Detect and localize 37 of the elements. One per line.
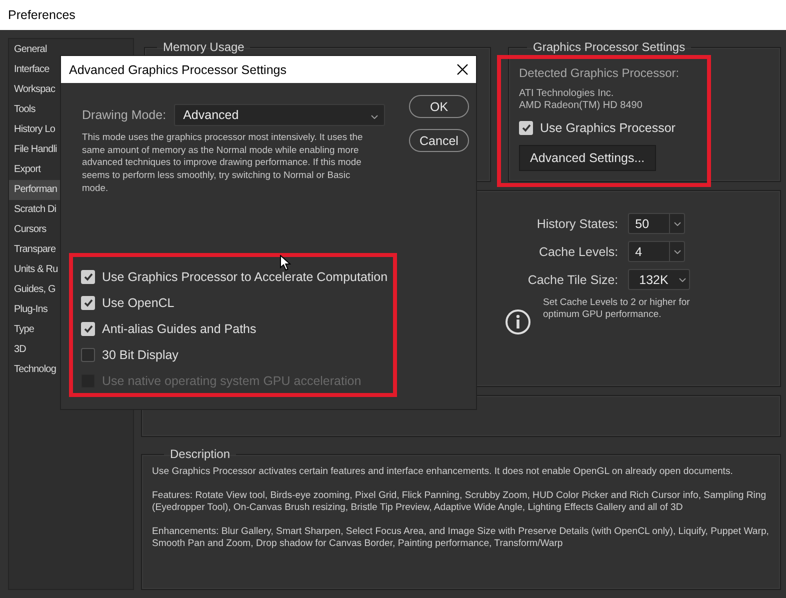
- group-title: Graphics Processor Settings: [532, 40, 686, 54]
- checkbox[interactable]: [81, 348, 95, 362]
- combo-box[interactable]: 50: [628, 213, 686, 234]
- description-text: Features: Rotate View tool, Birds-eye zooming, Pixel Grid, Flick Panning, Scrubby Zoom, HUD Color Picker and Rich Cursor info, Sampling Ring (Eyedropper Tool), On-Canvas Brush resizing, Bristle Tip Preview, Adaptive Wide Angle, Lighting Effects Gallery and all of 3D: [152, 490, 768, 514]
- checkbox-label[interactable]: Use Graphics Processor: [540, 121, 676, 135]
- cancel-button[interactable]: Cancel: [409, 129, 469, 152]
- description-text: Use Graphics Processor activates certain features and interface enhancements. It does not enable OpenGL on already open documents.: [152, 466, 734, 478]
- group-title: Description: [169, 447, 232, 461]
- checkbox-label[interactable]: Use OpenCL: [102, 296, 174, 310]
- detected-label: Detected Graphics Processor:: [519, 66, 680, 80]
- advanced-settings-button[interactable]: Advanced Settings...: [519, 145, 656, 171]
- field-label: History States:: [536, 216, 618, 230]
- drawing-mode-dropdown[interactable]: Advanced: [174, 104, 386, 126]
- field-label: Cache Tile Size:: [528, 272, 618, 286]
- mode-description: This mode uses the graphics processor most intensively. It uses the same amount of memory as the Normal mode while enabling more advanced techniques to improve drawing performance. If this mode seems to perform less smoothly, try switching to Normal or Basic mode.: [82, 131, 364, 195]
- close-icon[interactable]: [457, 64, 468, 75]
- dropdown[interactable]: 132K: [628, 269, 690, 290]
- combo-box[interactable]: 4: [628, 241, 686, 262]
- caret-icon: [674, 222, 681, 226]
- group-title: Memory Usage: [162, 40, 246, 54]
- caret-icon: [674, 250, 681, 254]
- info-icon: [505, 309, 531, 335]
- ok-button[interactable]: OK: [409, 95, 469, 118]
- checkbox-label[interactable]: Use Graphics Processor to Accelerate Computation: [102, 270, 388, 284]
- info-note: Set Cache Levels to 2 or higher for optimum GPU performance.: [543, 297, 691, 322]
- cursor-icon: [280, 255, 291, 271]
- window-title: Preferences: [8, 8, 76, 22]
- description-text: Enhancements: Blur Gallery, Smart Sharpen, Select Focus Area, and Image Size with Preserve Details (with OpenCL only), Liquify, Puppet Warp, Smooth Pan and Zoom, Drop shadow for Canvas Border, Painting performance, Transform/Warp: [152, 526, 770, 550]
- caret-icon: [371, 115, 378, 119]
- field-label: Drawing Mode:: [82, 108, 166, 122]
- field-label: Cache Levels:: [538, 244, 618, 258]
- caret-icon: [678, 278, 686, 282]
- checkbox-label[interactable]: Anti-alias Guides and Paths: [102, 322, 256, 336]
- dialog-title: Advanced Graphics Processor Settings: [69, 62, 286, 76]
- checkbox-label[interactable]: 30 Bit Display: [102, 348, 178, 362]
- gpu-model: AMD Radeon(TM) HD 8490: [519, 100, 644, 112]
- gpu-vendor: ATI Technologies Inc.: [519, 88, 615, 100]
